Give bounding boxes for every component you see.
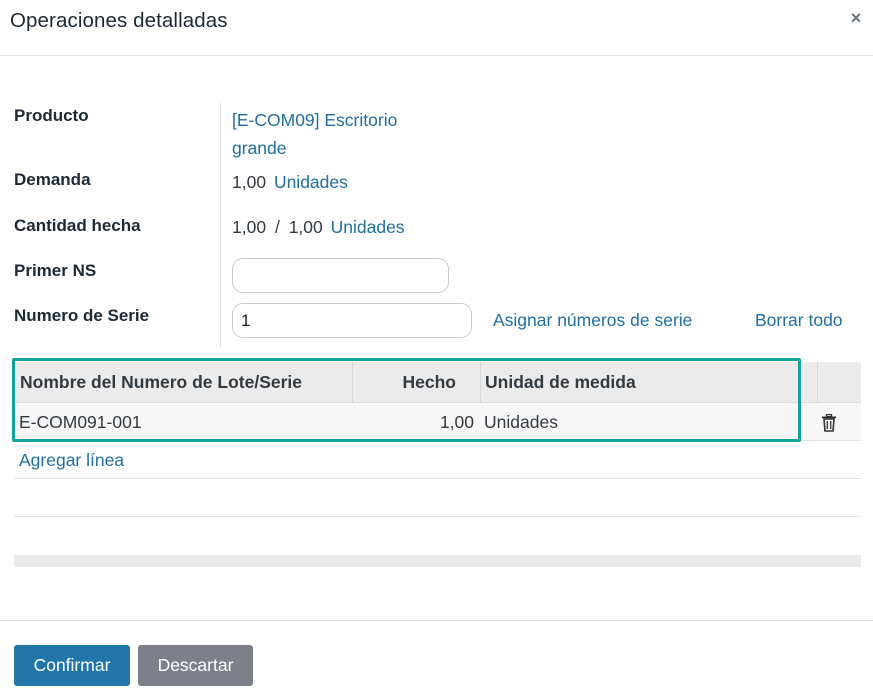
column-divider xyxy=(817,362,818,403)
column-header-done[interactable]: Hecho xyxy=(352,362,456,403)
dialog-header: Operaciones detalladas × xyxy=(0,0,873,56)
close-icon[interactable]: × xyxy=(848,9,864,27)
add-line-row: Agregar línea xyxy=(14,441,861,479)
product-label: Producto xyxy=(14,106,89,125)
demand-value: 1,00 Unidades xyxy=(232,172,348,193)
dialog-footer: Confirmar Descartar xyxy=(0,620,873,697)
cell-uom[interactable]: Unidades xyxy=(484,403,558,441)
demand-qty: 1,00 xyxy=(232,172,267,192)
serial-count-input[interactable] xyxy=(232,303,472,338)
qty-total: 1,00 xyxy=(288,217,323,237)
product-name-line2: grande xyxy=(232,138,287,158)
product-link[interactable]: [E-COM09] Escritorio grande xyxy=(232,106,397,162)
assign-serials-link[interactable]: Asignar números de serie xyxy=(493,310,692,331)
cell-done[interactable]: 1,00 xyxy=(352,403,474,441)
trash-icon[interactable] xyxy=(821,414,837,432)
qty-uom-link[interactable]: Unidades xyxy=(331,217,405,237)
confirm-button[interactable]: Confirmar xyxy=(14,645,130,686)
column-header-lot[interactable]: Nombre del Numero de Lote/Serie xyxy=(20,362,302,403)
table-row[interactable]: E-COM091-001 1,00 Unidades xyxy=(14,403,861,441)
demand-label: Demanda xyxy=(14,170,91,189)
first-sn-input[interactable] xyxy=(232,258,449,293)
qty-done: 1,00 xyxy=(232,217,267,237)
clear-all-link[interactable]: Borrar todo xyxy=(755,310,843,331)
column-header-uom[interactable]: Unidad de medida xyxy=(485,362,636,403)
qty-done-value: 1,00 / 1,00 Unidades xyxy=(232,217,405,238)
empty-row xyxy=(14,479,861,517)
lot-serial-table: Nombre del Numero de Lote/Serie Hecho Un… xyxy=(14,362,861,517)
serial-count-label: Numero de Serie xyxy=(14,306,150,325)
demand-uom-link[interactable]: Unidades xyxy=(274,172,348,192)
cell-lot[interactable]: E-COM091-001 xyxy=(19,403,142,441)
add-line-link[interactable]: Agregar línea xyxy=(19,441,124,479)
table-header: Nombre del Numero de Lote/Serie Hecho Un… xyxy=(14,362,861,403)
form-separator xyxy=(220,103,221,348)
dialog-title: Operaciones detalladas xyxy=(10,9,228,32)
qty-separator: / xyxy=(274,217,280,237)
product-name-line1: [E-COM09] Escritorio xyxy=(232,110,398,130)
qty-done-label: Cantidad hecha xyxy=(14,216,141,235)
first-sn-label: Primer NS xyxy=(14,261,97,280)
column-divider xyxy=(480,362,481,403)
discard-button[interactable]: Descartar xyxy=(138,645,253,686)
table-footer xyxy=(14,555,861,567)
